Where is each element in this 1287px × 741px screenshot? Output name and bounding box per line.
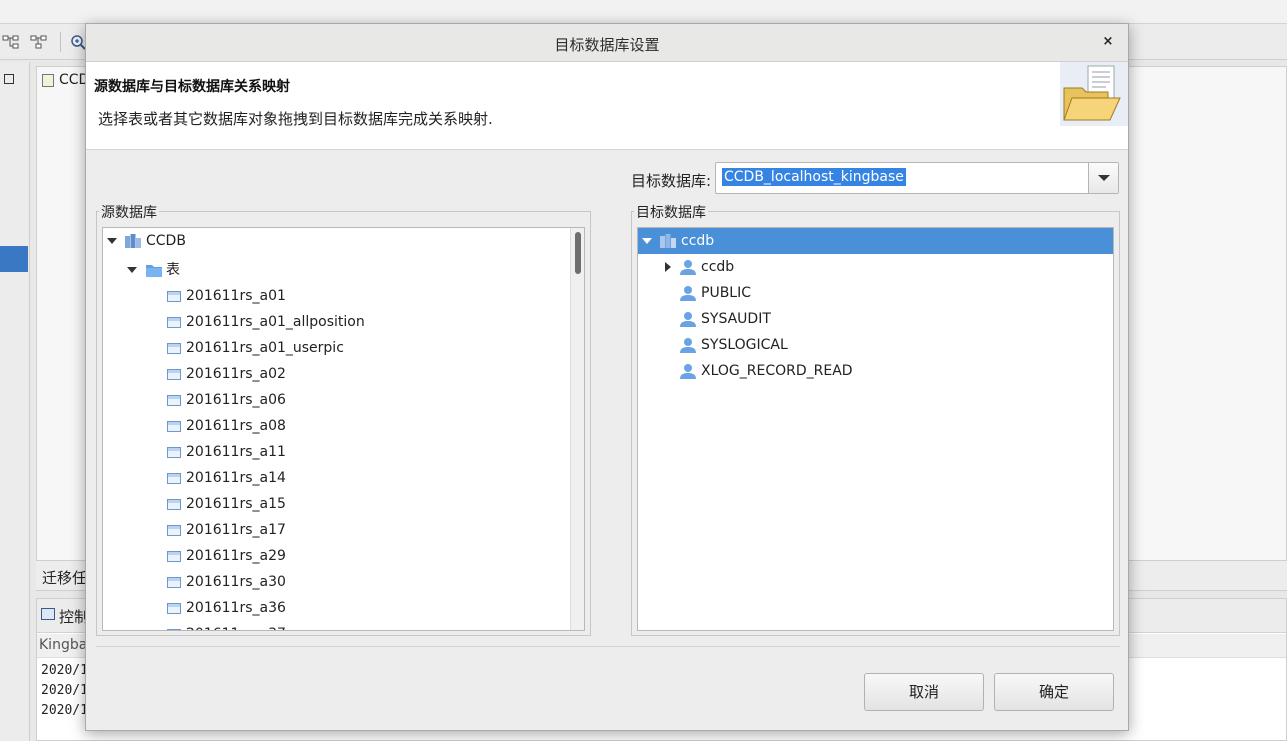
target-db-group-label: 目标数据库	[634, 202, 708, 222]
table-icon	[167, 551, 181, 562]
table-row[interactable]: 201611rs_a01	[103, 283, 584, 309]
dialog-title-bar[interactable]: 目标数据库设置 ×	[86, 24, 1128, 62]
table-icon	[167, 291, 181, 302]
database-icon	[125, 234, 141, 248]
tree-node-ccdb[interactable]: CCDB	[103, 228, 584, 254]
table-row[interactable]: 201611rs_a08	[103, 413, 584, 439]
user-icon	[680, 260, 696, 275]
chevron-right-icon[interactable]	[665, 262, 671, 272]
table-row[interactable]: 201611rs_a02	[103, 361, 584, 387]
user-icon	[680, 338, 696, 353]
console-icon	[41, 608, 55, 620]
table-row[interactable]: 201611rs_a15	[103, 491, 584, 517]
target-database-dialog: 目标数据库设置 × 源数据库与目标数据库关系映射 选择表或者其它数据库对象拖拽到…	[85, 23, 1129, 731]
user-icon	[680, 286, 696, 301]
table-icon	[167, 395, 181, 406]
log-line: 2020/1	[41, 703, 88, 718]
table-icon	[167, 343, 181, 354]
left-pane-selected-item[interactable]	[0, 246, 28, 272]
table-icon	[167, 369, 181, 380]
target-db-select[interactable]: CCDB_localhost_kingbase	[715, 162, 1119, 194]
tree-structure-icon-2[interactable]	[30, 34, 48, 50]
document-icon	[42, 74, 54, 87]
header-description: 选择表或者其它数据库对象拖拽到目标数据库完成关系映射.	[98, 110, 493, 128]
user-icon	[680, 364, 696, 379]
table-row[interactable]: 201611rs_a01_userpic	[103, 335, 584, 361]
table-row[interactable]: 201611rs_a06	[103, 387, 584, 413]
target-db-value: CCDB_localhost_kingbase	[722, 168, 906, 186]
table-row[interactable]: 201611rs_a30	[103, 569, 584, 595]
restore-icon[interactable]	[4, 74, 14, 84]
user-icon	[680, 312, 696, 327]
target-db-tree[interactable]: ccdb ccdb PUBLIC SYSAUDIT SYSLOGICAL XLO…	[637, 227, 1114, 631]
table-row[interactable]: 201611rs_a14	[103, 465, 584, 491]
tree-node-user-sysaudit[interactable]: SYSAUDIT	[638, 306, 1113, 332]
left-side-pane	[0, 62, 30, 741]
target-db-label: 目标数据库:	[631, 172, 712, 190]
source-db-group-label: 源数据库	[99, 202, 159, 222]
chevron-down-icon[interactable]	[127, 267, 137, 273]
cancel-button[interactable]: 取消	[864, 673, 984, 711]
table-row[interactable]: 201611rs_a17	[103, 517, 584, 543]
app-title-bar	[0, 0, 1287, 24]
table-icon	[167, 629, 181, 630]
chevron-down-icon[interactable]	[107, 238, 117, 244]
tree-node-ccdb-root[interactable]: ccdb	[638, 228, 1113, 254]
chevron-down-icon[interactable]	[1088, 163, 1118, 193]
source-db-group: 源数据库 CCDB 表 201611rs_a01 201611rs_a01_al…	[96, 202, 591, 636]
table-icon	[167, 447, 181, 458]
chevron-down-icon[interactable]	[642, 238, 652, 244]
source-db-tree[interactable]: CCDB 表 201611rs_a01 201611rs_a01_allposi…	[102, 227, 585, 631]
table-row[interactable]: 201611rs_a11	[103, 439, 584, 465]
table-row[interactable]: 201611rs_a37	[103, 621, 584, 630]
dialog-header: 源数据库与目标数据库关系映射 选择表或者其它数据库对象拖拽到目标数据库完成关系映…	[86, 62, 1128, 150]
tree-node-tables-folder[interactable]: 表	[103, 257, 584, 283]
dialog-title: 目标数据库设置	[554, 36, 660, 54]
open-folder-icon	[1060, 62, 1128, 126]
table-icon	[167, 473, 181, 484]
log-line: 2020/1	[41, 663, 88, 678]
scrollbar-thumb[interactable]	[575, 232, 581, 274]
migrate-task-label: 迁移任	[42, 569, 88, 587]
table-icon	[167, 577, 181, 588]
table-icon	[167, 525, 181, 536]
target-db-group: 目标数据库 ccdb ccdb PUBLIC SYSAUDIT SYSLOGIC…	[631, 202, 1120, 636]
table-row[interactable]: 201611rs_a36	[103, 595, 584, 621]
table-icon	[167, 421, 181, 432]
table-row[interactable]: 201611rs_a29	[103, 543, 584, 569]
tree-node-user-ccdb[interactable]: ccdb	[638, 254, 1113, 280]
footer-divider	[96, 646, 1120, 647]
folder-icon	[146, 265, 162, 277]
tree-node-user-syslogical[interactable]: SYSLOGICAL	[638, 332, 1113, 358]
toolbar-separator	[60, 32, 61, 52]
database-icon	[660, 234, 676, 248]
table-icon	[167, 499, 181, 510]
tree-node-user-public[interactable]: PUBLIC	[638, 280, 1113, 306]
vertical-scrollbar[interactable]	[570, 228, 584, 630]
tree-structure-icon[interactable]	[2, 34, 20, 50]
close-icon[interactable]: ×	[1098, 32, 1118, 52]
table-icon	[167, 603, 181, 614]
tree-node-user-xlog-record-read[interactable]: XLOG_RECORD_READ	[638, 358, 1113, 384]
header-title: 源数据库与目标数据库关系映射	[94, 79, 290, 95]
ok-button[interactable]: 确定	[994, 673, 1114, 711]
table-icon	[167, 317, 181, 328]
table-row[interactable]: 201611rs_a01_allposition	[103, 309, 584, 335]
log-line: 2020/1	[41, 683, 88, 698]
